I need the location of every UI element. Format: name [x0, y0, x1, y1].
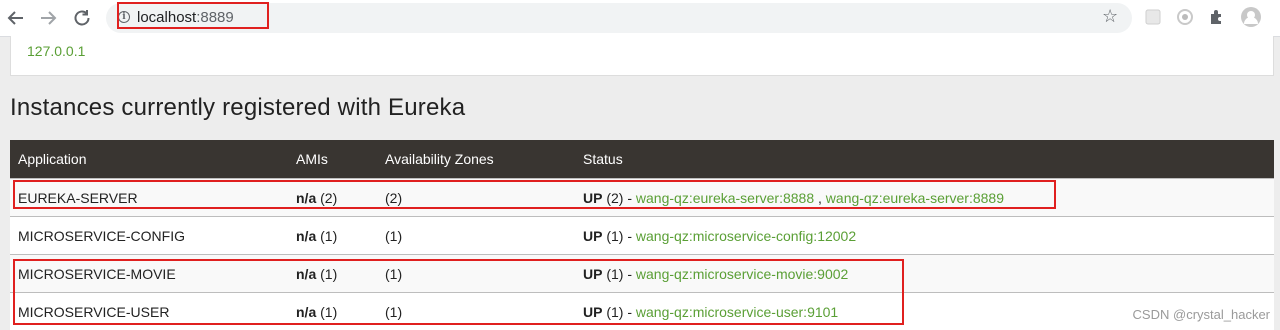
- watermark: CSDN @crystal_hacker: [1133, 307, 1270, 322]
- reload-icon[interactable]: [70, 6, 94, 30]
- ip-address: 127.0.0.1: [27, 43, 85, 59]
- bookmark-star-icon[interactable]: ☆: [1102, 6, 1118, 27]
- column-header-amis: AMIs: [288, 140, 377, 179]
- column-header-status: Status: [575, 140, 1274, 179]
- amis-cell: n/a (1): [288, 217, 377, 255]
- annotation-box-eureka-server: [13, 180, 1056, 209]
- application-name: MICROSERVICE-CONFIG: [10, 217, 288, 255]
- annotation-box-url: [117, 2, 269, 29]
- zones-cell: (1): [377, 217, 575, 255]
- extension-icon[interactable]: [1176, 8, 1194, 26]
- annotation-box-movie-user: [13, 259, 904, 325]
- column-header-application: Application: [10, 140, 288, 179]
- ip-panel: 127.0.0.1: [10, 36, 1274, 76]
- table-header-row: Application AMIs Availability Zones Stat…: [10, 140, 1274, 179]
- back-arrow-icon[interactable]: [4, 6, 28, 30]
- forward-arrow-icon[interactable]: [36, 6, 60, 30]
- status-cell: UP (1) - wang-qz:microservice-config:120…: [575, 217, 1274, 255]
- section-title: Instances currently registered with Eure…: [10, 94, 465, 122]
- extension-icon[interactable]: [1144, 8, 1162, 26]
- table-row: MICROSERVICE-CONFIG n/a (1) (1) UP (1) -…: [10, 217, 1274, 255]
- column-header-zones: Availability Zones: [377, 140, 575, 179]
- instance-link[interactable]: wang-qz:microservice-config:12002: [636, 228, 856, 244]
- puzzle-icon[interactable]: [1208, 8, 1226, 26]
- profile-avatar-icon[interactable]: [1240, 6, 1262, 28]
